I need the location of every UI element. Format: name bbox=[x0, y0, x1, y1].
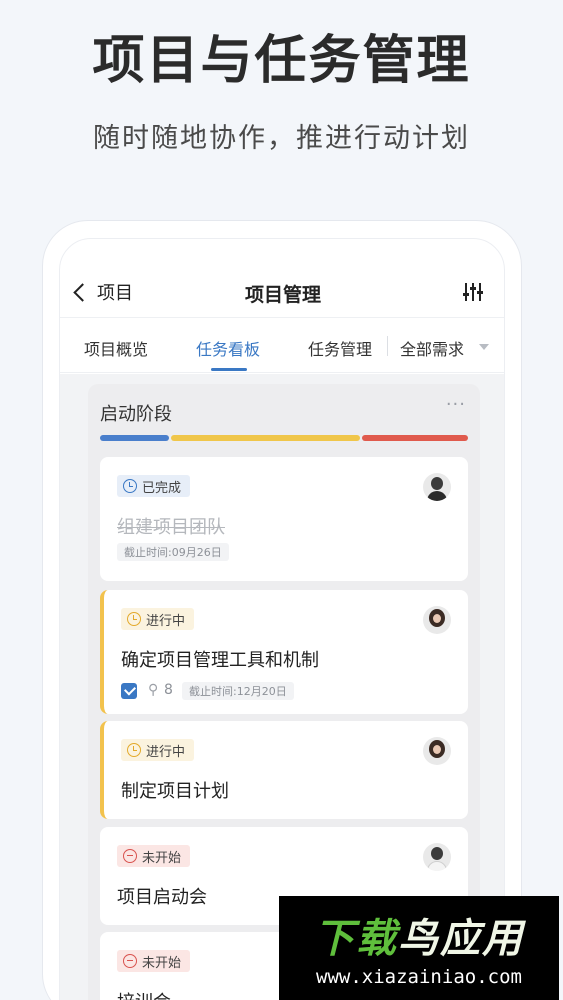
status-badge: 进行中 bbox=[121, 608, 195, 630]
task-title: 制定项目计划 bbox=[121, 781, 229, 802]
clock-icon bbox=[123, 479, 137, 493]
status-label: 进行中 bbox=[146, 744, 186, 760]
phone-screen: 项目 项目管理 项目概览 任务看板 任务管理 全部需求 启动阶段 ··· 已完成… bbox=[59, 238, 505, 1000]
task-card[interactable]: 进行中 制定项目计划 bbox=[100, 721, 468, 819]
progress-segment-not-started bbox=[362, 435, 468, 441]
checkbox-icon bbox=[121, 683, 137, 699]
status-label: 已完成 bbox=[142, 480, 182, 496]
watermark-logo: 下载鸟应用 www.xiazainiao.com bbox=[279, 896, 559, 1000]
minus-circle-icon bbox=[123, 849, 137, 863]
task-card[interactable]: 已完成 组建项目团队 截止时间:09月26日 bbox=[100, 457, 468, 581]
task-title: 项目启动会 bbox=[117, 887, 207, 908]
attachment-count: 8 bbox=[164, 682, 173, 698]
clock-icon bbox=[127, 612, 141, 626]
progress-segment-in-progress bbox=[171, 435, 361, 441]
status-badge: 已完成 bbox=[117, 475, 191, 497]
watermark-brand: 下载鸟应用 bbox=[314, 916, 524, 962]
progress-segment-done bbox=[100, 435, 170, 441]
page-title: 项目管理 bbox=[244, 284, 321, 306]
paperclip-icon: ⚲ bbox=[148, 682, 159, 698]
task-title: 确定项目管理工具和机制 bbox=[121, 650, 319, 671]
avatar[interactable] bbox=[423, 737, 451, 765]
tab-task-management[interactable]: 任务管理 bbox=[308, 336, 372, 360]
avatar[interactable] bbox=[423, 473, 451, 501]
caret-down-icon[interactable] bbox=[479, 344, 489, 350]
status-label: 未开始 bbox=[142, 955, 182, 971]
deadline-chip: 截止时间:12月20日 bbox=[182, 682, 294, 700]
clock-icon bbox=[127, 743, 141, 757]
avatar[interactable] bbox=[423, 843, 451, 871]
task-title: 组建项目团队 bbox=[117, 517, 225, 538]
avatar[interactable] bbox=[423, 606, 451, 634]
status-label: 进行中 bbox=[146, 613, 186, 629]
tab-divider bbox=[387, 336, 388, 356]
minus-circle-icon bbox=[123, 954, 137, 968]
tab-task-board[interactable]: 任务看板 bbox=[196, 336, 260, 360]
sliders-icon[interactable] bbox=[462, 281, 484, 303]
hero-title: 项目与任务管理 bbox=[92, 31, 471, 91]
deadline-chip: 截止时间:09月26日 bbox=[117, 543, 229, 561]
task-title: 培训会 bbox=[117, 988, 171, 1000]
stage-progress-bar bbox=[100, 435, 468, 441]
status-label: 未开始 bbox=[142, 850, 182, 866]
task-card[interactable]: 进行中 确定项目管理工具和机制 ⚲ 8 截止时间:12月20日 bbox=[100, 590, 468, 714]
tab-project-overview[interactable]: 项目概览 bbox=[84, 336, 148, 360]
status-badge: 未开始 bbox=[117, 950, 191, 972]
tab-all-requirements[interactable]: 全部需求 bbox=[400, 336, 464, 360]
more-icon[interactable]: ··· bbox=[446, 394, 466, 415]
watermark-url: www.xiazainiao.com bbox=[316, 966, 522, 988]
tab-bar: 项目概览 任务看板 任务管理 全部需求 bbox=[60, 317, 504, 373]
status-badge: 未开始 bbox=[117, 845, 191, 867]
nav-bar: 项目 项目管理 bbox=[60, 239, 504, 317]
status-badge: 进行中 bbox=[121, 739, 195, 761]
active-tab-indicator bbox=[211, 368, 247, 371]
column-title: 启动阶段 bbox=[100, 404, 172, 425]
hero-subtitle: 随时随地协作，推进行动计划 bbox=[93, 123, 470, 154]
